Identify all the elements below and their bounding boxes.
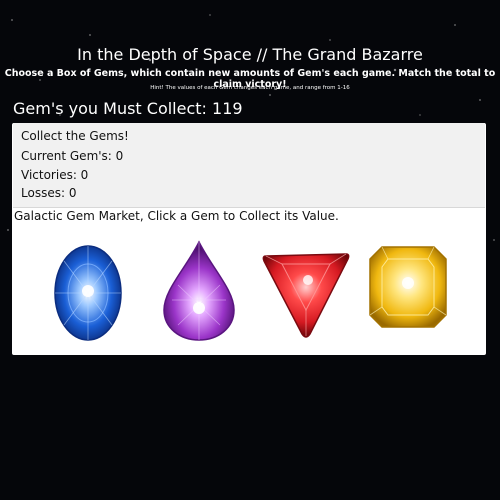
victories-counter: Victories: 0: [21, 168, 89, 182]
page-title: In the Depth of Space // The Grand Bazar…: [77, 45, 423, 64]
sapphire-gem-button[interactable]: [52, 243, 124, 343]
topaz-gem-button[interactable]: [368, 245, 448, 329]
status-heading: Collect the Gems!: [21, 129, 129, 143]
game-panel: Collect the Gems! Current Gem's: 0 Victo…: [12, 123, 486, 355]
market-label: Galactic Gem Market, Click a Gem to Coll…: [14, 209, 339, 223]
target-score: Gem's you Must Collect: 119: [13, 99, 243, 118]
current-gems-counter: Current Gem's: 0: [21, 149, 124, 163]
ruby-gem-button[interactable]: [260, 250, 352, 340]
amethyst-gem-icon: [163, 240, 235, 341]
hint-text: Hint! The values of each Gem changes eac…: [150, 85, 350, 91]
ruby-gem-icon: [262, 253, 350, 338]
sapphire-gem-icon: [54, 245, 122, 341]
amethyst-gem-button[interactable]: [162, 240, 236, 342]
losses-counter: Losses: 0: [21, 186, 77, 200]
topaz-gem-icon: [369, 246, 447, 328]
status-box: Collect the Gems! Current Gem's: 0 Victo…: [13, 123, 485, 208]
